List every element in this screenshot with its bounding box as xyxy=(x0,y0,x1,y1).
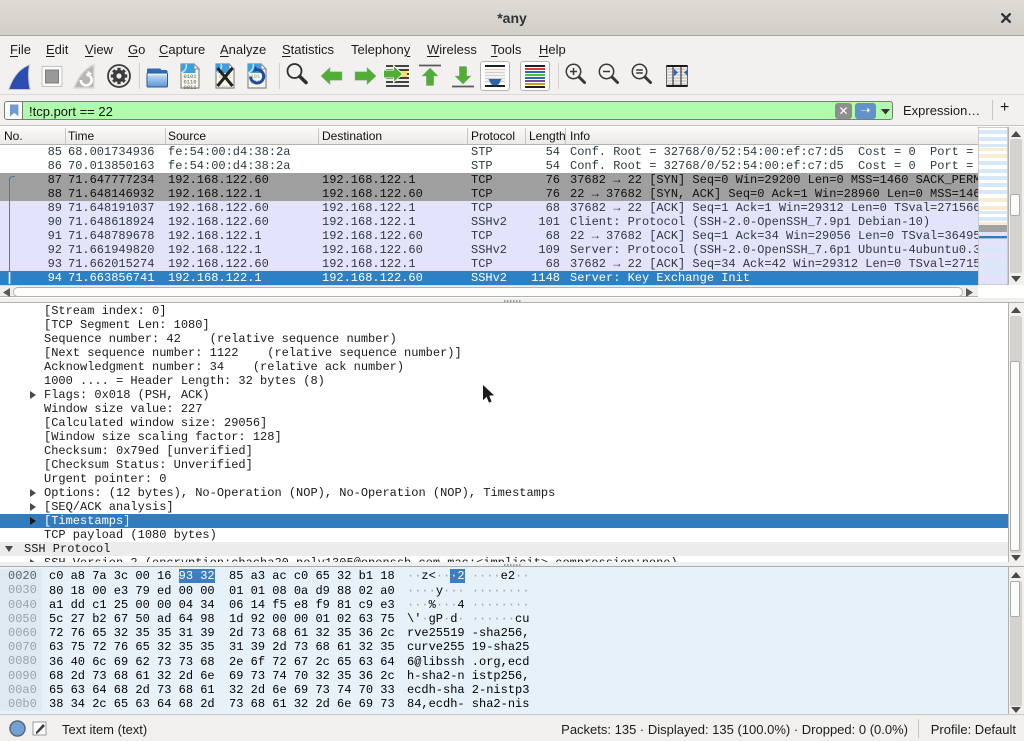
svg-text:0011: 0011 xyxy=(219,85,232,91)
svg-text:0011: 0011 xyxy=(184,85,197,91)
